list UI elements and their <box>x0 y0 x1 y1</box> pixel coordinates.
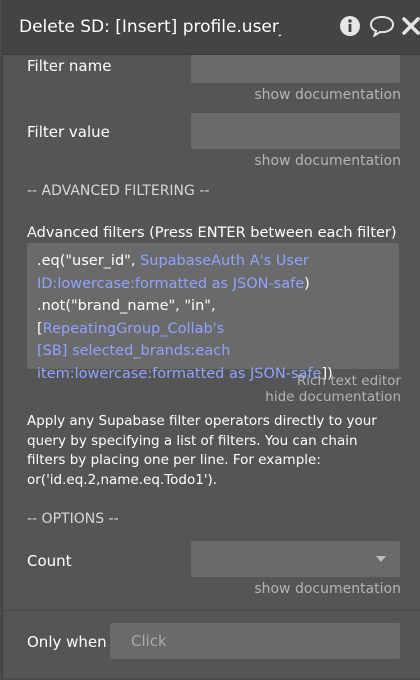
chevron-down-icon <box>376 556 386 562</box>
filter-line-1: .eq("user_id", SupabaseAuth A's User <box>37 253 309 269</box>
panel-title: Delete SD: [Insert] profile.user_c <box>19 17 281 37</box>
dynamic-expression[interactable]: SupabaseAuth A's User <box>140 253 309 269</box>
only-when-label: Only when <box>27 633 107 651</box>
dynamic-expression[interactable]: ID:lowercase:formatted as JSON-safe <box>37 276 304 292</box>
advanced-filtering-section-title: -- ADVANCED FILTERING -- <box>27 183 210 199</box>
only-when-condition-input[interactable]: Click <box>110 623 400 659</box>
panel-header: Delete SD: [Insert] profile.user_c <box>3 0 420 55</box>
filter-line-3: .not("brand_name", "in", [RepeatingGroup… <box>37 298 225 337</box>
filter-name-show-documentation[interactable]: show documentation <box>254 87 401 103</box>
only-when-row: Only when Click <box>3 610 420 678</box>
panel-body: Filter name show documentation Filter va… <box>3 55 420 610</box>
advanced-filters-description: Apply any Supabase filter operators dire… <box>27 413 377 488</box>
filter-value-field[interactable] <box>191 113 400 149</box>
dynamic-expression[interactable]: [SB] selected_brands:each <box>37 343 230 359</box>
property-editor-panel: Delete SD: [Insert] profile.user_c Filte… <box>2 0 420 678</box>
advanced-filters-label: Advanced filters (Press ENTER between ea… <box>27 225 397 241</box>
filter-line-4: [SB] selected_brands:each <box>37 340 389 363</box>
dynamic-expression[interactable]: RepeatingGroup_Collab's <box>43 321 225 337</box>
count-label: Count <box>27 552 72 570</box>
close-icon[interactable] <box>401 15 420 39</box>
advanced-filters-editor[interactable]: .eq("user_id", SupabaseAuth A's User ID:… <box>27 243 399 382</box>
info-icon[interactable] <box>339 15 361 39</box>
rich-text-editor-link[interactable]: Rich text editor <box>297 373 401 389</box>
options-section-title: -- OPTIONS -- <box>27 511 119 527</box>
count-show-documentation[interactable]: show documentation <box>254 581 401 597</box>
filter-line-2: ID:lowercase:formatted as JSON-safe) <box>37 275 310 292</box>
dynamic-expression[interactable]: item:lowercase:formatted as JSON-safe <box>37 366 321 382</box>
count-dropdown[interactable] <box>191 541 400 577</box>
only-when-placeholder: Click <box>131 632 167 650</box>
filter-name-field[interactable] <box>191 55 400 83</box>
filter-name-label: Filter name <box>27 57 112 75</box>
filter-value-label: Filter value <box>27 123 110 141</box>
hide-documentation-link[interactable]: hide documentation <box>265 389 401 405</box>
comment-icon[interactable] <box>369 15 395 39</box>
filter-value-show-documentation[interactable]: show documentation <box>254 153 401 169</box>
